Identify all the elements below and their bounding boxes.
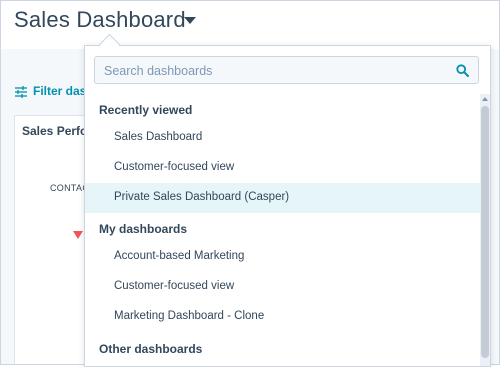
down-triangle-icon [73, 231, 83, 239]
list-item-label: Sales Dashboard [114, 131, 203, 143]
list-item-label: Customer-focused view [114, 280, 235, 292]
page-header: Sales Dashboard [1, 1, 499, 49]
list-item-selected[interactable]: Private Sales Dashboard (Casper) [85, 183, 480, 213]
list-item-label: Customer-focused view [114, 161, 235, 173]
list-item-label: Account-based Marketing [114, 250, 245, 262]
search-dashboards-input[interactable]: Search dashboards [94, 56, 479, 84]
scrollbar-thumb[interactable] [481, 106, 489, 358]
section-header-recently-viewed: Recently viewed [99, 103, 193, 117]
report-card-title: Sales Perfor [22, 124, 93, 138]
list-item[interactable]: Customer-focused view [85, 272, 480, 302]
dashboard-title[interactable]: Sales Dashboard [14, 7, 186, 33]
dropdown-scrollbar[interactable] [480, 94, 490, 366]
section-header-my-dashboards: My dashboards [99, 222, 188, 236]
list-item-label: Private Sales Dashboard (Casper) [114, 191, 290, 203]
dashboard-list: Recently viewed Sales Dashboard Customer… [85, 94, 480, 366]
search-icon[interactable] [456, 64, 469, 77]
list-item[interactable]: Marketing Dashboard - Clone [85, 302, 480, 332]
search-placeholder: Search dashboards [104, 64, 213, 78]
list-item[interactable]: Sales Dashboard [85, 123, 480, 153]
list-item[interactable]: Account-based Marketing [85, 242, 480, 272]
scroll-up-arrow-icon[interactable] [482, 97, 488, 101]
dashboard-switcher-dropdown: Search dashboards Recently viewed Sales … [84, 45, 491, 367]
chevron-down-icon[interactable] [184, 17, 196, 24]
section-header-other-dashboards: Other dashboards [99, 342, 203, 356]
list-item[interactable]: Customer-focused view [85, 153, 480, 183]
sliders-icon [15, 86, 27, 98]
list-item-label: Marketing Dashboard - Clone [114, 310, 265, 322]
